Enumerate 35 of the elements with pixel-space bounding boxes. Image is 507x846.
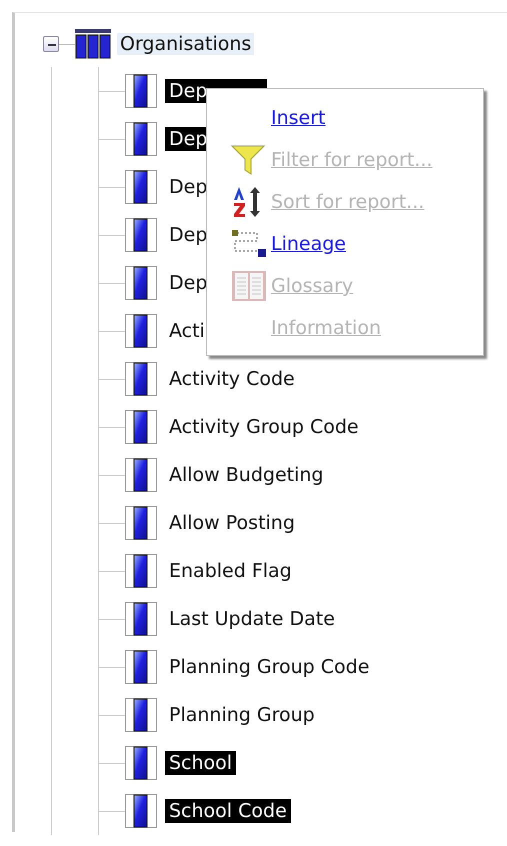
column-icon <box>125 746 157 780</box>
column-icon <box>125 458 157 492</box>
column-icon <box>125 314 157 348</box>
tree-node-label[interactable]: Activity Group Code <box>165 415 363 439</box>
tree-node-label[interactable]: Allow Budgeting <box>165 463 328 487</box>
tree-node-label[interactable]: Planning Group Code <box>165 655 374 679</box>
column-icon <box>125 650 157 684</box>
column-icon <box>125 506 157 540</box>
tree-node-label[interactable]: Allow Posting <box>165 511 299 535</box>
column-icon <box>125 554 157 588</box>
column-icon <box>125 74 157 108</box>
column-icon <box>125 122 157 156</box>
menu-item[interactable]: Insert <box>271 107 326 129</box>
column-icon <box>125 410 157 444</box>
collapse-button[interactable] <box>43 36 59 52</box>
column-icon <box>125 362 157 396</box>
tree-node-label[interactable]: Acti <box>165 319 209 343</box>
column-icon <box>125 602 157 636</box>
tree-node-label[interactable]: Enabled Flag <box>165 559 296 583</box>
column-icon <box>125 794 157 828</box>
tree-node-label[interactable]: Last Update Date <box>165 607 339 631</box>
funnel-icon <box>231 144 265 176</box>
lineage-icon <box>231 229 267 259</box>
table-icon <box>75 29 111 59</box>
column-icon <box>125 170 157 204</box>
column-icon <box>125 698 157 732</box>
tree-node-label[interactable]: Activity Code <box>165 367 299 391</box>
tree-node-label[interactable]: School Code <box>165 799 291 823</box>
tree-node-label[interactable]: Organisations <box>117 33 254 55</box>
column-icon <box>125 266 157 300</box>
menu-item[interactable]: Lineage <box>271 233 346 255</box>
column-icon <box>125 218 157 252</box>
tree-node-label[interactable]: Planning Group <box>165 703 319 727</box>
tree-node-label[interactable]: School <box>165 751 236 775</box>
book-icon <box>231 269 267 303</box>
